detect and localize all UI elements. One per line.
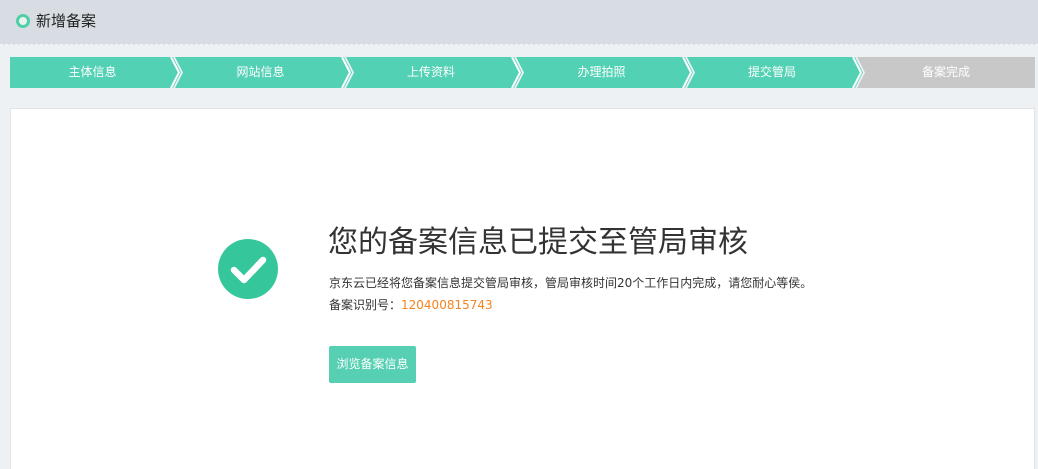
step-arrows — [10, 57, 1035, 88]
filing-id-row: 备案识别号：120400815743 — [329, 297, 493, 313]
page-title: 新增备案 — [36, 12, 97, 30]
step-label: 提交管局 — [747, 65, 796, 79]
step-label: 办理拍照 — [577, 65, 626, 79]
filing-id-value: 120400815743 — [401, 298, 493, 312]
step-label: 上传资料 — [406, 65, 455, 79]
page-header: 新增备案 — [0, 0, 1038, 45]
result-panel: 您的备案信息已提交至管局审核 京东云已经将您备案信息提交管局审核，管局审核时间2… — [10, 108, 1035, 469]
filing-id-label: 备案识别号： — [329, 298, 402, 312]
browse-filing-button[interactable]: 浏览备案信息 — [329, 346, 416, 383]
progress-steps: 主体信息 网站信息 上传资料 办理拍照 提交管局 备案完成 — [10, 57, 1035, 88]
circle-outline-icon — [16, 14, 30, 28]
check-circle-icon — [218, 239, 278, 299]
result-description: 京东云已经将您备案信息提交管局审核，管局审核时间20个工作日内完成，请您耐心等侯… — [329, 276, 813, 290]
step-label: 备案完成 — [921, 65, 970, 79]
step-label: 网站信息 — [236, 65, 285, 79]
step-label: 主体信息 — [68, 65, 117, 79]
result-title: 您的备案信息已提交至管局审核 — [328, 225, 748, 260]
